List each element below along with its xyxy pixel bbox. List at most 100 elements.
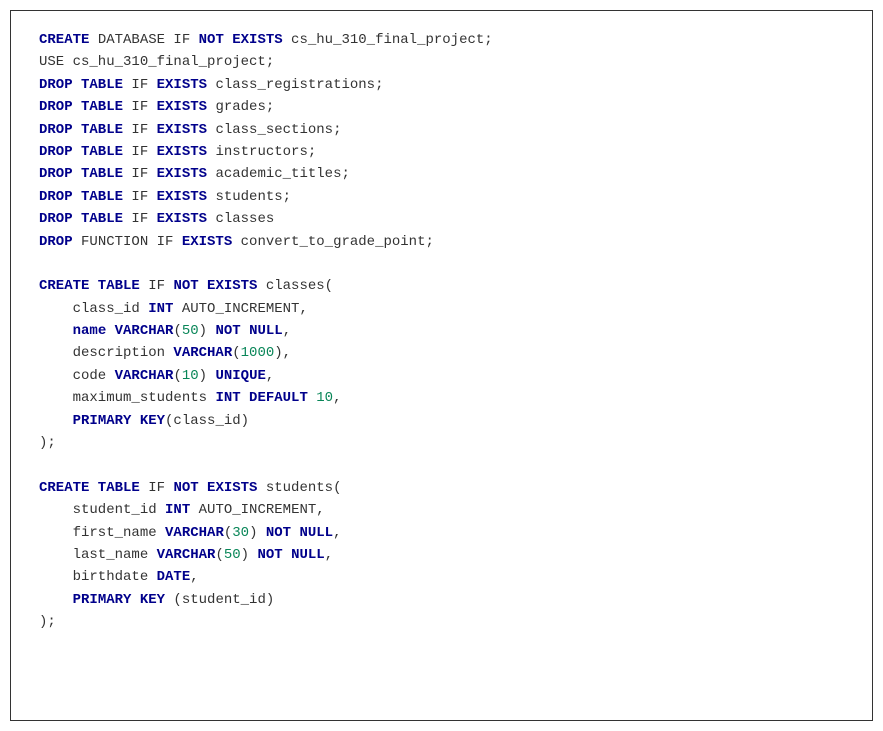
code-listing-box: CREATE DATABASE IF NOT EXISTS cs_hu_310_… [10, 10, 873, 721]
code-token: (student_id) [165, 592, 274, 608]
code-token: code [39, 368, 115, 384]
code-token: ) [199, 368, 216, 384]
code-token: , [333, 390, 341, 406]
code-token: , [283, 323, 291, 339]
code-token: birthdate [39, 569, 157, 585]
code-token: class_sections; [207, 122, 341, 138]
code-token: EXISTS [157, 122, 207, 138]
code-token: 50 [182, 323, 199, 339]
code-token: grades; [207, 99, 274, 115]
code-token: EXISTS [157, 99, 207, 115]
code-token: student_id [39, 502, 165, 518]
code-token: 30 [232, 525, 249, 541]
code-token [39, 413, 73, 429]
code-token: 10 [182, 368, 199, 384]
code-token: IF [123, 189, 157, 205]
code-token: NOT EXISTS [173, 278, 257, 294]
code-token: 10 [316, 390, 333, 406]
code-token: PRIMARY KEY [73, 592, 165, 608]
code-token: NOT NULL [215, 323, 282, 339]
code-token: cs_hu_310_final_project; [283, 32, 493, 48]
code-token: AUTO_INCREMENT, [173, 301, 307, 317]
code-token: , [333, 525, 341, 541]
code-token: , [190, 569, 198, 585]
code-token: instructors; [207, 144, 316, 160]
code-token: 50 [224, 547, 241, 563]
code-token: EXISTS [157, 77, 207, 93]
code-token: DROP TABLE [39, 144, 123, 160]
code-token: DROP TABLE [39, 99, 123, 115]
code-token: VARCHAR [115, 368, 174, 384]
code-token: class_registrations; [207, 77, 383, 93]
code-token: DROP TABLE [39, 189, 123, 205]
code-token: ( [232, 345, 240, 361]
code-token: VARCHAR [173, 345, 232, 361]
code-token: VARCHAR [165, 525, 224, 541]
code-token: INT DEFAULT [215, 390, 307, 406]
code-token: maximum_students [39, 390, 215, 406]
code-token: IF [123, 211, 157, 227]
code-token: UNIQUE [215, 368, 265, 384]
code-token: INT [165, 502, 190, 518]
code-token: ); [39, 435, 56, 451]
code-token: last_name [39, 547, 157, 563]
code-token: AUTO_INCREMENT, [190, 502, 324, 518]
code-token: NOT EXISTS [199, 32, 283, 48]
code-token: DATE [157, 569, 191, 585]
code-token: IF [123, 166, 157, 182]
code-token: VARCHAR [157, 547, 216, 563]
code-token: ( [215, 547, 223, 563]
code-token: , [266, 368, 274, 384]
page-container: CREATE DATABASE IF NOT EXISTS cs_hu_310_… [0, 0, 883, 731]
code-token: IF [123, 77, 157, 93]
code-token: DROP TABLE [39, 77, 123, 93]
code-token: DROP TABLE [39, 211, 123, 227]
code-token: ( [173, 323, 181, 339]
code-token: ( [173, 368, 181, 384]
code-token: first_name [39, 525, 165, 541]
code-token: IF [140, 278, 174, 294]
code-token: NOT EXISTS [173, 480, 257, 496]
code-token: , [325, 547, 333, 563]
code-token: IF [123, 144, 157, 160]
code-token: class_id [39, 301, 148, 317]
code-token: FUNCTION IF [73, 234, 182, 250]
code-token: 1000 [241, 345, 275, 361]
code-token: classes [207, 211, 274, 227]
code-token: PRIMARY KEY [73, 413, 165, 429]
code-token [308, 390, 316, 406]
code-token: IF [140, 480, 174, 496]
code-token: description [39, 345, 173, 361]
code-token: EXISTS [157, 189, 207, 205]
code-token: NOT NULL [257, 547, 324, 563]
code-token [39, 323, 73, 339]
code-token: ) [199, 323, 216, 339]
code-token: EXISTS [157, 166, 207, 182]
code-token: USE cs_hu_310_final_project; [39, 54, 274, 70]
code-token: DROP TABLE [39, 166, 123, 182]
code-token: CREATE TABLE [39, 480, 140, 496]
code-token: IF [123, 99, 157, 115]
code-token: ) [249, 525, 266, 541]
code-token: DATABASE IF [89, 32, 198, 48]
code-token: DROP [39, 234, 73, 250]
code-token: students; [207, 189, 291, 205]
code-token: convert_to_grade_point; [232, 234, 434, 250]
code-token [39, 592, 73, 608]
code-token: NOT NULL [266, 525, 333, 541]
sql-code-block: CREATE DATABASE IF NOT EXISTS cs_hu_310_… [39, 29, 844, 634]
code-token: DROP TABLE [39, 122, 123, 138]
code-token: INT [148, 301, 173, 317]
code-token: academic_titles; [207, 166, 350, 182]
code-token: ) [241, 547, 258, 563]
code-token: name VARCHAR [73, 323, 174, 339]
code-token: EXISTS [182, 234, 232, 250]
code-token: (class_id) [165, 413, 249, 429]
code-token: IF [123, 122, 157, 138]
code-token: CREATE [39, 32, 89, 48]
code-token: EXISTS [157, 211, 207, 227]
code-token: ( [224, 525, 232, 541]
code-token: classes( [257, 278, 333, 294]
code-token: ), [274, 345, 291, 361]
code-token: ); [39, 614, 56, 630]
